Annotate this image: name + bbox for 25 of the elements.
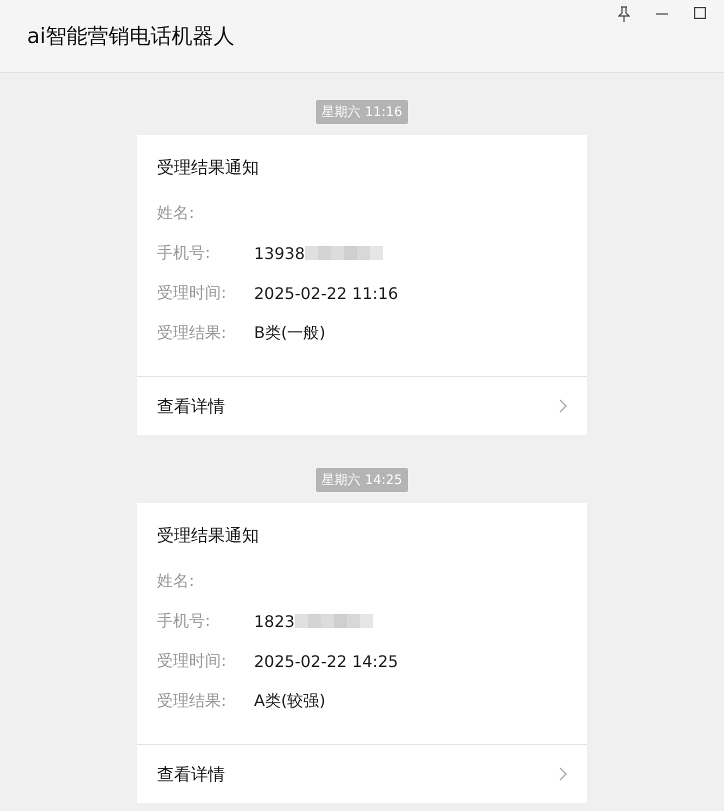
field-label: 受理时间: xyxy=(157,282,228,304)
field-value: A类(较强) xyxy=(254,690,326,712)
window-title: ai智能营销电话机器人 xyxy=(27,23,235,50)
timestamp: 星期六 14:25 xyxy=(316,468,408,492)
field-value: 2025-02-22 14:25 xyxy=(254,652,398,670)
card-title: 受理结果通知 xyxy=(156,525,260,548)
card-title: 受理结果通知 xyxy=(156,157,260,180)
details-link[interactable]: 查看详情 xyxy=(137,744,587,803)
chevron-right-icon xyxy=(559,767,567,781)
field-value: B类(一般) xyxy=(254,322,326,344)
timestamp: 星期六 11:16 xyxy=(316,100,408,124)
field-value: 2025-02-22 11:16 xyxy=(254,284,398,302)
field-value: 1823 xyxy=(254,612,295,630)
details-link[interactable]: 查看详情 xyxy=(137,376,587,435)
field-label: 受理结果: xyxy=(157,322,228,344)
field-label: 受理结果: xyxy=(157,690,228,712)
field-label: 手机号: xyxy=(157,610,212,632)
field-label: 手机号: xyxy=(157,242,212,264)
maximize-icon[interactable] xyxy=(694,7,706,19)
pin-icon[interactable] xyxy=(618,6,630,22)
field-label: 受理时间: xyxy=(157,650,228,672)
chevron-right-icon xyxy=(559,399,567,413)
field-label: 姓名: xyxy=(157,202,196,224)
field-label: 姓名: xyxy=(157,570,196,592)
field-value: 13938 xyxy=(254,244,305,262)
